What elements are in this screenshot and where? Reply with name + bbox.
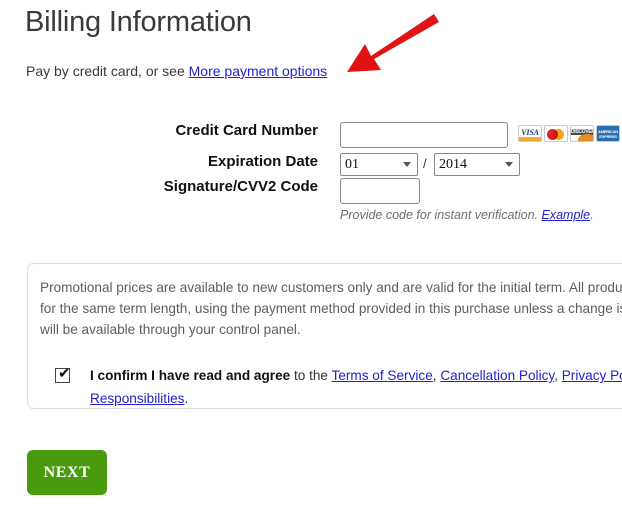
- expiration-date-label: Expiration Date: [207, 153, 318, 170]
- pay-by-credit-card-line: Pay by credit card, or see More payment …: [26, 63, 327, 79]
- accepted-card-logos: VISA DISCOVER AMERICAN EXPRESS: [518, 125, 620, 145]
- terms-of-service-link[interactable]: Terms of Service: [332, 368, 433, 383]
- credit-card-number-input[interactable]: [340, 122, 508, 148]
- agree-terms-checkbox[interactable]: ✔: [55, 364, 71, 383]
- expiration-separator: /: [423, 156, 427, 171]
- discover-card-logo: DISCOVER: [570, 125, 594, 142]
- visa-card-logo-label: VISA: [521, 128, 539, 137]
- more-payment-options-link[interactable]: More payment options: [189, 63, 328, 79]
- discover-swoosh: [578, 134, 593, 141]
- amex-card-logo: AMERICAN EXPRESS: [596, 125, 620, 142]
- mastercard-card-logo: [544, 125, 568, 142]
- cancellation-policy-link[interactable]: Cancellation Policy: [440, 368, 554, 383]
- next-button[interactable]: NEXT: [27, 450, 107, 495]
- red-arrow-annotation-icon: [347, 14, 439, 72]
- terms-agreement-text: I confirm I have read and agree to the T…: [90, 364, 622, 410]
- terms-suffix: .: [184, 391, 189, 406]
- cvv-label: Signature/CVV2 Code: [163, 178, 318, 195]
- terms-mid-1: to the: [290, 368, 332, 383]
- cvv-hint-suffix: .: [590, 208, 594, 222]
- cvv-hint-text: Provide code for instant verification.: [340, 208, 542, 222]
- billing-page: Billing Information Pay by credit card, …: [0, 0, 622, 512]
- promotional-prices-text: Promotional prices are available to new …: [40, 280, 622, 337]
- terms-confirm-lead: I confirm I have read and agree: [90, 368, 291, 383]
- expiration-year-select[interactable]: 2014: [434, 153, 520, 176]
- cvv-input[interactable]: [340, 178, 420, 204]
- mastercard-yellow-circle: [553, 129, 564, 140]
- pay-by-credit-card-text: Pay by credit card, or see: [26, 63, 189, 79]
- page-title: Billing Information: [25, 6, 252, 38]
- privacy-policy-link[interactable]: Privacy Policy: [562, 368, 622, 383]
- cvv-example-link[interactable]: Example: [542, 208, 591, 222]
- expiration-month-select[interactable]: 01: [340, 153, 418, 176]
- terms-sep-2: ,: [554, 368, 562, 383]
- checkmark-icon: ✔: [58, 364, 71, 382]
- visa-card-logo: VISA: [518, 125, 542, 142]
- amex-card-logo-label: AMERICAN EXPRESS: [598, 129, 618, 139]
- promotional-terms-box: Promotional prices are available to new …: [27, 263, 622, 409]
- cvv-hint: Provide code for instant verification. E…: [340, 208, 594, 222]
- credit-card-number-label: Credit Card Number: [175, 122, 318, 139]
